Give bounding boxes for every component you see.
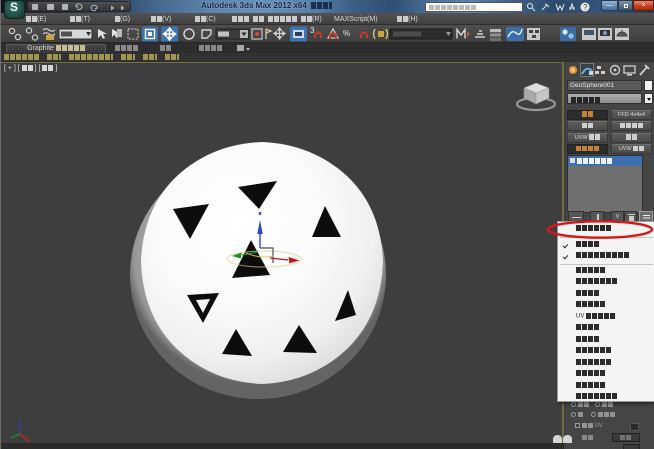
svg-text:%: % [343,29,350,38]
svg-text:?: ? [583,3,588,12]
